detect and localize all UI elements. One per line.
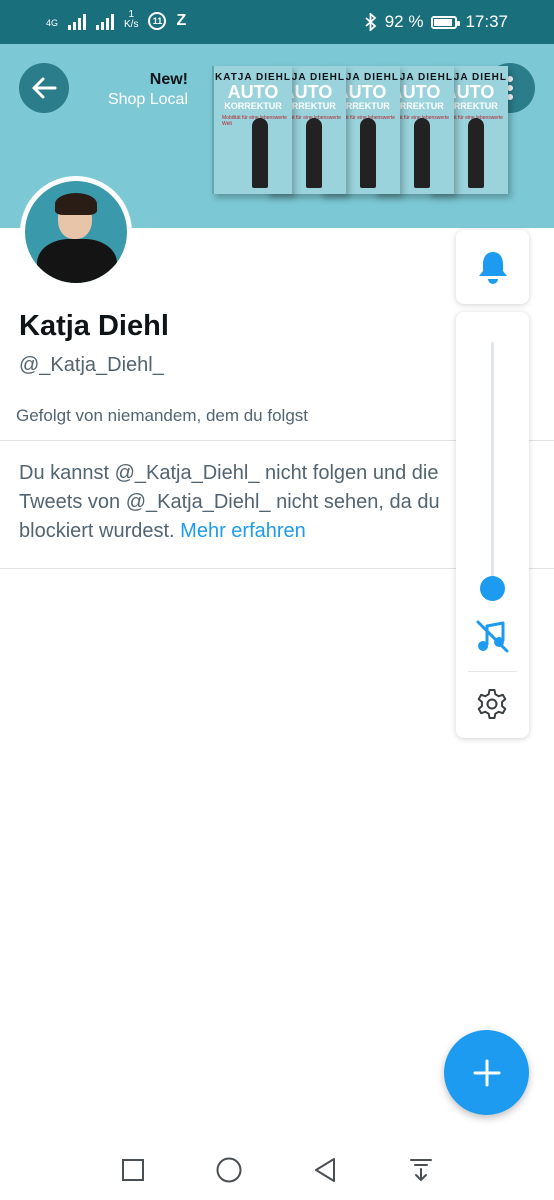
book-cover-figure [414,118,430,188]
banner-promo-text: New! Shop Local [100,70,188,110]
book-title: AUTO [227,82,279,102]
avatar[interactable] [20,176,132,288]
clock: 17:37 [465,12,508,31]
book-cover-figure [252,118,268,188]
signal-icon-2 [96,12,115,30]
bell-icon [478,252,507,284]
status-right: 92 % 17:37 [365,12,508,32]
system-back-button[interactable] [309,1154,341,1186]
book-cover-figure [468,118,484,188]
battery-fill [434,18,453,26]
ringer-button[interactable] [456,230,529,304]
compose-tweet-button[interactable] [444,1030,529,1115]
net-speed: 1 K/s [124,10,138,30]
plus-icon [473,1059,500,1086]
home-button[interactable] [213,1154,245,1186]
avatar-hair [55,193,97,215]
app-notification-icon: 11 [148,12,167,30]
book-title-line2: KORREKTUR [224,101,282,111]
triangle-back-icon [315,1158,335,1182]
system-nav-bar [0,1140,554,1200]
profile-handle: @_Katja_Diehl_ [19,354,164,376]
status-bar: 4G 1 K/s 11 Z 92 % 17:37 [0,0,554,44]
gear-icon[interactable] [476,688,508,720]
banner-shop-label: Shop Local [107,91,188,108]
panel-divider [468,671,517,672]
volume-slider-thumb[interactable] [480,576,505,601]
pull-down-icon [410,1159,432,1181]
back-button[interactable] [19,63,69,113]
square-icon [122,1159,144,1181]
profile-name: Katja Diehl [19,310,169,342]
bluetooth-icon [365,13,377,31]
speed-unit: K/s [124,19,139,30]
arrow-left-icon [32,77,57,99]
book-cover: KATJA DIEHLAUTOKORREKTURMobilität für ei… [212,66,292,194]
battery-icon [431,15,461,29]
learn-more-link[interactable]: Mehr erfahren [180,520,306,542]
battery-percent: 92 % [384,12,424,31]
music-off-icon[interactable] [474,618,511,655]
followers-you-know[interactable]: Gefolgt von niemandem, dem du folgst [16,406,308,426]
notification-shade-button[interactable] [405,1154,437,1186]
network-type: 4G [46,18,59,28]
book-covers: KATJA DIEHL AUTO KORREKTUR Mobilität für ei… [212,66,508,196]
blocked-notice: Du kannst @_Katja_Diehl_ nicht folgen un… [19,459,479,546]
book-cover-figure [360,118,376,188]
avatar-body [37,239,117,283]
status-left: 4G 1 K/s 11 Z [46,10,186,30]
recents-button[interactable] [117,1154,149,1186]
circle-icon [216,1157,242,1183]
signal-icon [68,12,87,30]
avatar-photo [25,181,127,283]
volume-slider-track[interactable] [491,342,494,588]
banner-new-label: New! [149,71,188,88]
app-notification-z-icon: Z [176,12,187,29]
book-cover-figure [306,118,322,188]
volume-panel [456,312,529,738]
